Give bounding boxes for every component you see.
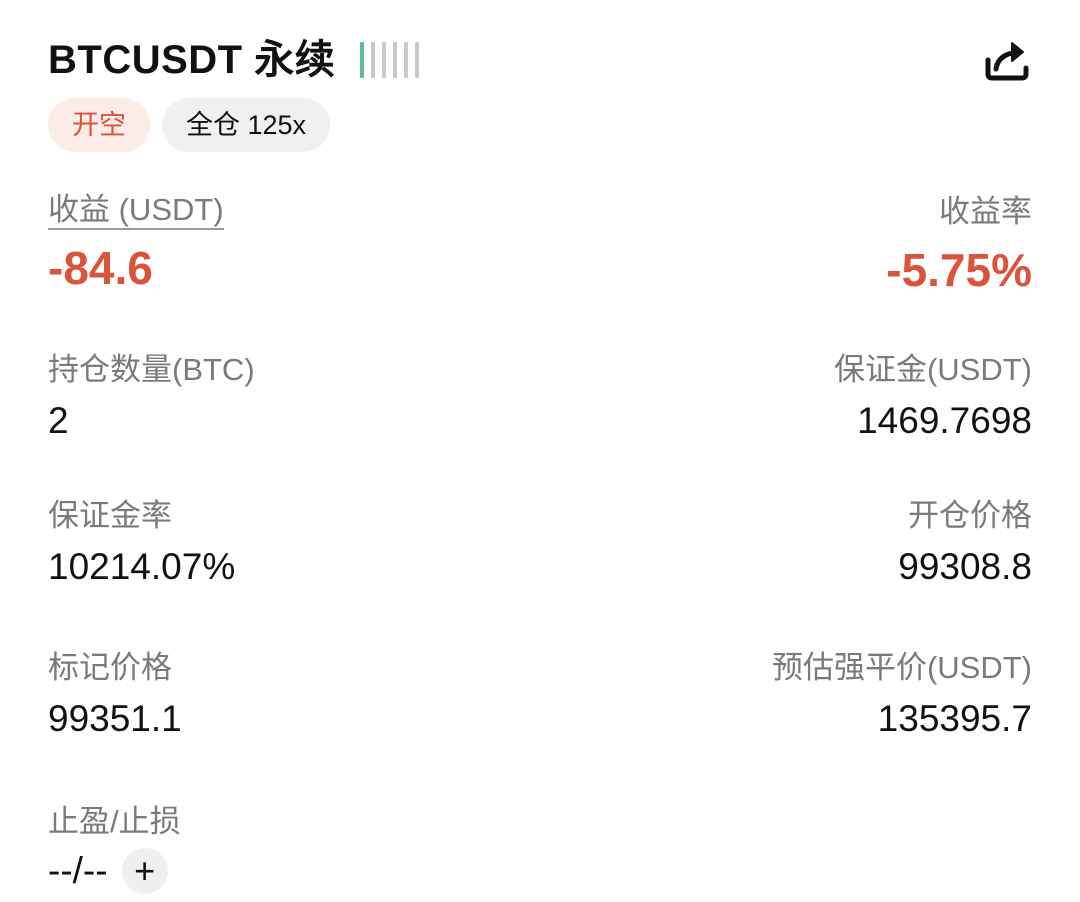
share-icon[interactable] bbox=[982, 38, 1032, 84]
size-value: 2 bbox=[48, 400, 69, 441]
pnl-rate-label: 收益率 bbox=[939, 194, 1032, 229]
margin-mode-tag[interactable]: 全仓 125x bbox=[162, 98, 331, 152]
plus-icon[interactable]: + bbox=[121, 848, 168, 894]
signal-bar bbox=[404, 42, 408, 78]
signal-bar bbox=[415, 42, 419, 78]
margin-cell: 保证金(USDT) 1469.7698 bbox=[834, 350, 1032, 444]
margin-ratio-cell: 保证金率 10214.07% bbox=[48, 496, 235, 590]
size-cell: 持仓数量(BTC) 2 bbox=[48, 350, 255, 444]
signal-bar bbox=[382, 42, 386, 78]
side-tag: 开空 bbox=[48, 98, 150, 152]
tpsl-value: --/-- bbox=[48, 850, 108, 891]
liq-price-value: 135395.7 bbox=[877, 698, 1032, 739]
signal-bar bbox=[360, 42, 364, 78]
tpsl-group: --/-- + bbox=[48, 848, 181, 894]
tpsl-cell: 止盈/止损 --/-- + bbox=[48, 802, 181, 894]
signal-bar bbox=[393, 42, 397, 78]
signal-bars-icon bbox=[360, 42, 419, 78]
margin-value: 1469.7698 bbox=[857, 400, 1032, 441]
pnl-value: -84.6 bbox=[48, 242, 153, 294]
contract-title: BTCUSDT 永续 bbox=[48, 38, 336, 82]
entry-price-value: 99308.8 bbox=[898, 546, 1032, 587]
signal-bar bbox=[371, 42, 375, 78]
margin-ratio-value: 10214.07% bbox=[48, 546, 236, 587]
pnl-label[interactable]: 收益 (USDT) bbox=[48, 192, 224, 230]
position-tags: 开空 全仓 125x bbox=[48, 98, 331, 152]
entry-price-label: 开仓价格 bbox=[908, 498, 1032, 533]
mark-price-value: 99351.1 bbox=[48, 698, 182, 739]
liq-price-label: 预估强平价(USDT) bbox=[771, 650, 1032, 685]
liq-price-cell: 预估强平价(USDT) 135395.7 bbox=[772, 648, 1032, 742]
position-header: BTCUSDT 永续 bbox=[48, 34, 1032, 90]
tpsl-label: 止盈/止损 bbox=[48, 804, 181, 839]
entry-price-cell: 开仓价格 99308.8 bbox=[898, 496, 1032, 590]
size-label: 持仓数量(BTC) bbox=[48, 352, 255, 387]
pnl-rate-cell: 收益率 -5.75% bbox=[886, 192, 1032, 298]
pnl-rate-value: -5.75% bbox=[886, 244, 1032, 296]
mark-price-label: 标记价格 bbox=[48, 650, 172, 685]
margin-label: 保证金(USDT) bbox=[833, 352, 1032, 387]
margin-ratio-label: 保证金率 bbox=[48, 498, 172, 533]
pnl-cell: 收益 (USDT) -84.6 bbox=[48, 192, 224, 296]
mark-price-cell: 标记价格 99351.1 bbox=[48, 648, 182, 742]
